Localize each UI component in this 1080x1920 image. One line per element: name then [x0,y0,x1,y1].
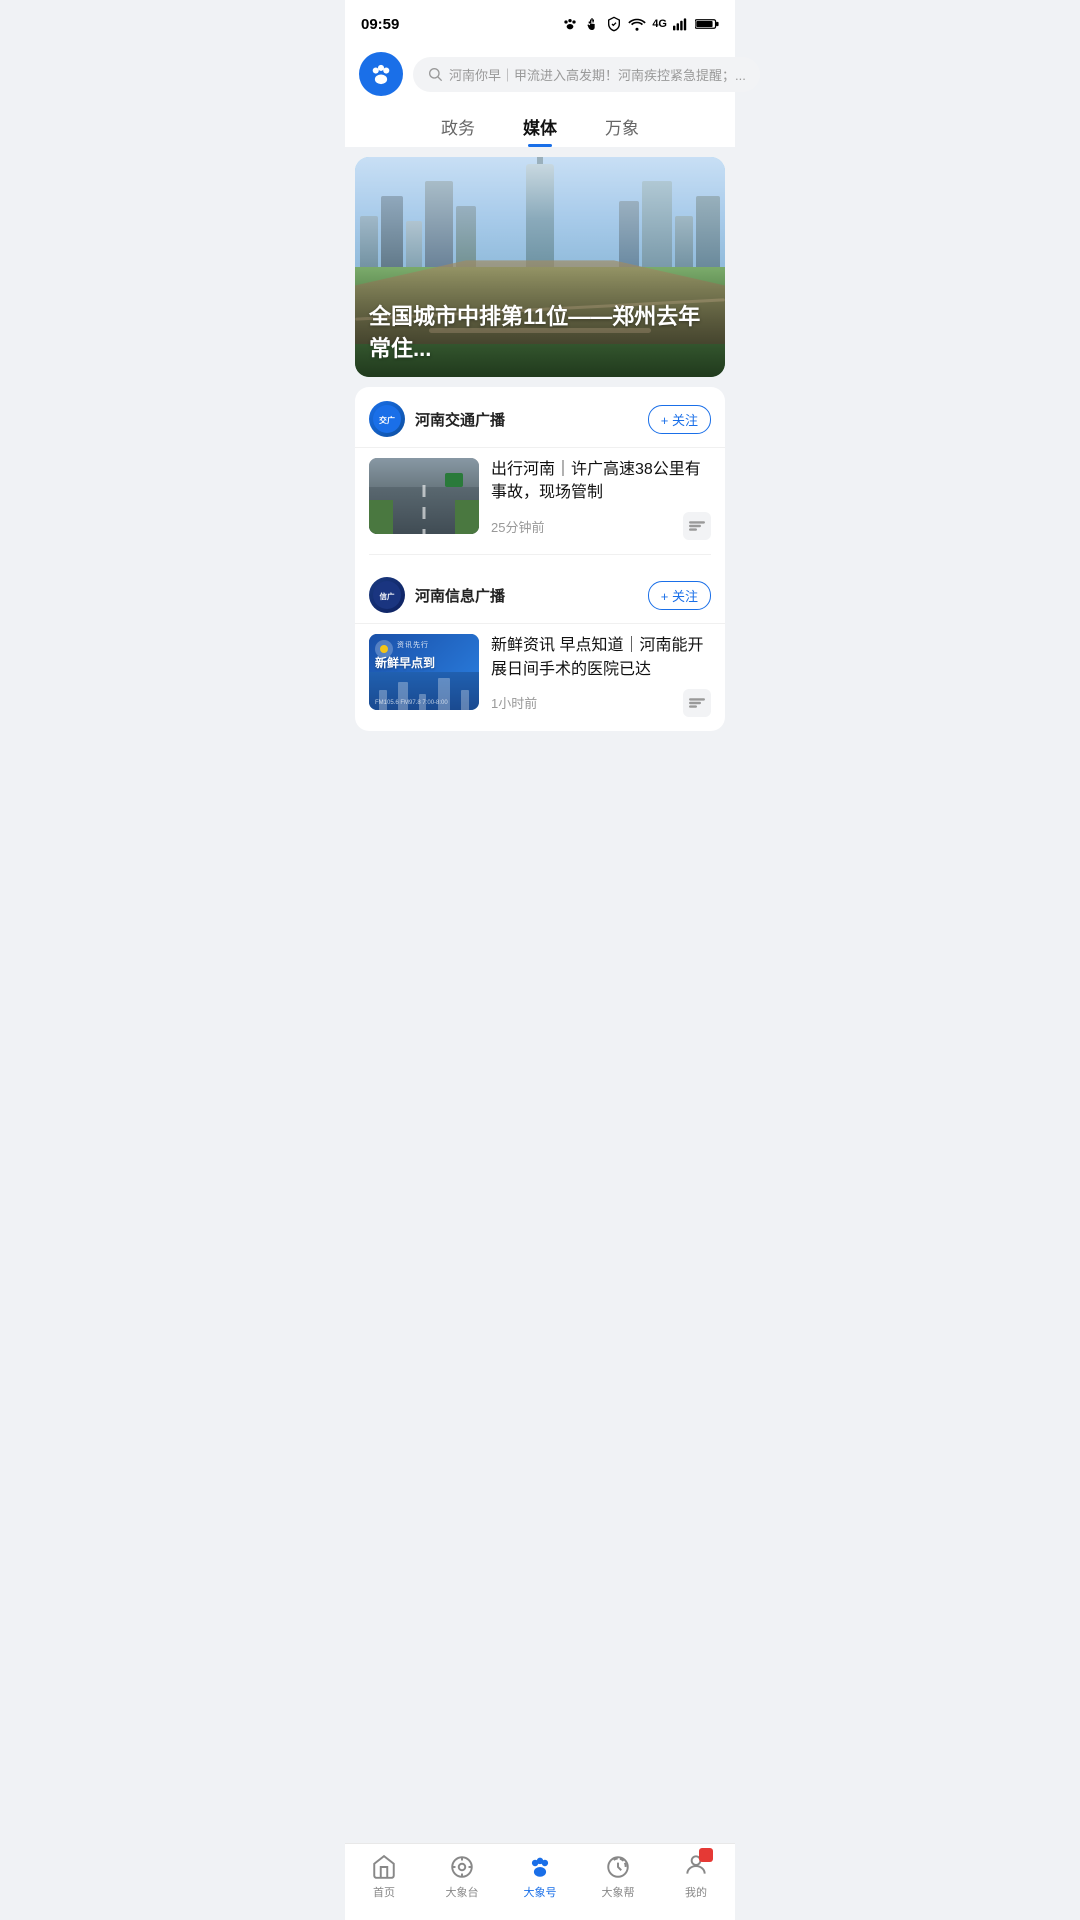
news-time-1: 25分钟前 [491,517,544,536]
hand-status-icon [584,16,600,32]
nav-home-label: 首页 [373,1884,395,1900]
nav-help-label: 大象帮 [602,1884,635,1900]
nav-mine-label: 我的 [685,1884,707,1900]
hero-title: 全国城市中排第11位——郑州去年常住... [369,299,711,363]
notification-badge [699,1848,713,1862]
search-bar[interactable]: 河南你早｜甲流进入高发期！河南疾控紧急提醒；... [413,57,760,92]
news-thumb-2: 资讯先行 新鲜早点到 FM105.6 FM97.8 7:00-8:00 [369,634,479,710]
more-icon-1 [689,520,705,532]
source-logo-2[interactable]: 信广 [369,577,405,613]
follow-button-2[interactable]: + 关注 [648,581,711,610]
status-bar: 09:59 4G [345,0,735,44]
news-title-1: 出行河南｜许广高速38公里有事故，现场管制 [491,458,711,504]
news-content-2: 新鲜资讯 早点知道｜河南能开展日间手术的医院已达 1小时前 [491,634,711,716]
search-icon [427,66,443,82]
app-logo[interactable] [359,52,403,96]
battery-icon [695,17,719,31]
nav-tv-label: 大象台 [446,1884,479,1900]
source-name-2: 河南信息广播 [415,585,648,606]
user-icon [683,1854,709,1880]
source-logo-1[interactable]: 交广 [369,401,405,437]
signal-icon [673,17,689,31]
nav-daxiang-label: 大象号 [524,1884,557,1900]
nav-home[interactable]: 首页 [354,1854,414,1900]
tv-icon [449,1854,475,1880]
svg-text:交广: 交广 [379,415,395,425]
news-source-header-2: 信广 河南信息广播 + 关注 [355,563,725,623]
hero-banner[interactable]: 全国城市中排第11位——郑州去年常住... [355,157,725,377]
news-divider [369,554,711,555]
tab-bar: 政务 媒体 万象 [345,106,735,147]
news-section: 交广 河南交通广播 + 关注 [355,387,725,731]
wifi-status-icon [628,17,646,31]
news-content-1: 出行河南｜许广高速38公里有事故，现场管制 25分钟前 [491,458,711,540]
more-button-2[interactable] [683,689,711,717]
home-icon [371,1854,397,1880]
source-name-1: 河南交通广播 [415,409,648,430]
news-item-1[interactable]: 出行河南｜许广高速38公里有事故，现场管制 25分钟前 [355,447,725,554]
network-type: 4G [652,18,667,30]
nav-tv[interactable]: 大象台 [432,1854,492,1900]
more-icon-2 [689,697,705,709]
more-button-1[interactable] [683,512,711,540]
hero-overlay: 全国城市中排第11位——郑州去年常住... [355,269,725,377]
search-placeholder: 河南你早｜甲流进入高发期！河南疾控紧急提醒；... [449,65,746,84]
news-footer-2: 1小时前 [491,689,711,717]
status-icons: 4G [562,16,719,32]
tab-world[interactable]: 万象 [605,114,639,147]
follow-button-1[interactable]: + 关注 [648,405,711,434]
paw-nav-icon [527,1854,553,1880]
shield-status-icon [606,16,622,32]
refresh-icon [605,1854,631,1880]
news-source-header-1: 交广 河南交通广播 + 关注 [355,387,725,447]
nav-help[interactable]: 大象帮 [588,1854,648,1900]
tab-politics[interactable]: 政务 [441,114,475,147]
tab-media[interactable]: 媒体 [523,114,557,147]
svg-text:信广: 信广 [380,591,395,601]
traffic-logo-icon: 交广 [372,404,402,434]
info-logo-icon: 信广 [372,580,402,610]
nav-daxiang[interactable]: 大象号 [510,1854,570,1900]
paw-status-icon [562,16,578,32]
news-footer-1: 25分钟前 [491,512,711,540]
news-time-2: 1小时前 [491,693,537,712]
logo-paw-icon [367,60,395,88]
news-title-2: 新鲜资讯 早点知道｜河南能开展日间手术的医院已达 [491,634,711,680]
bottom-nav: 首页 大象台 大象号 [345,1843,735,1920]
status-time: 09:59 [361,16,399,33]
news-thumb-1 [369,458,479,534]
nav-mine[interactable]: 我的 [666,1854,726,1900]
header: 河南你早｜甲流进入高发期！河南疾控紧急提醒；... [345,44,735,106]
news-item-2[interactable]: 资讯先行 新鲜早点到 FM105.6 FM97.8 7:00-8:00 新鲜资讯… [355,623,725,730]
